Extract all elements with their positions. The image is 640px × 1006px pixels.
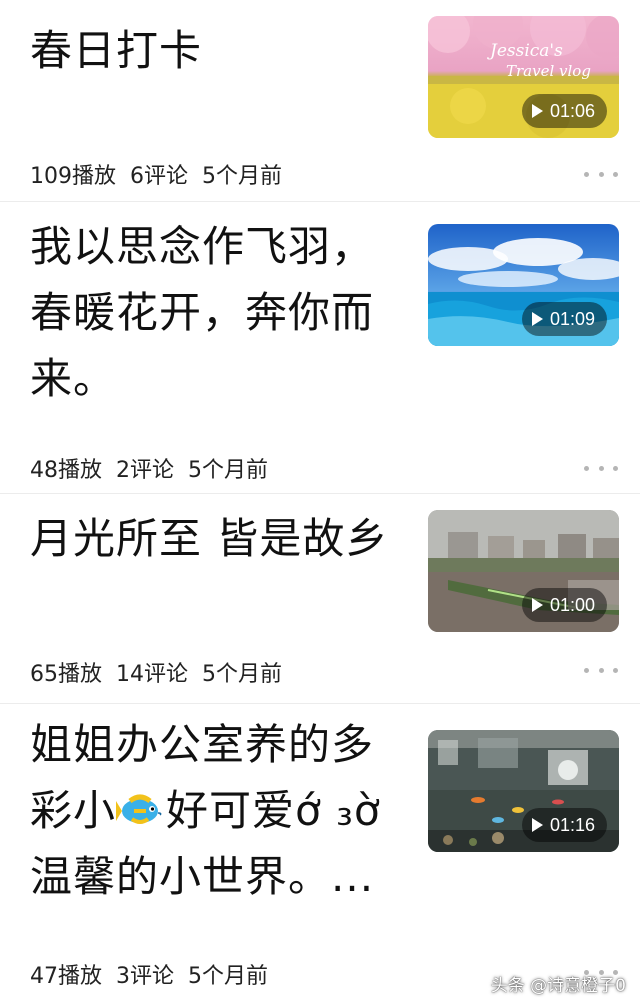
video-meta: 47播放 3评论 5个月前 <box>30 958 282 990</box>
video-thumbnail[interactable]: Jessica's Travel vlog 01:06 <box>428 16 619 138</box>
play-icon <box>531 818 543 832</box>
play-count: 47播放 <box>30 964 102 989</box>
video-feed: 春日打卡 Jessica's Travel vlog 01:06 109播放 6… <box>0 0 640 1000</box>
video-thumbnail[interactable]: 01:09 <box>428 224 619 346</box>
svg-text:Travel vlog: Travel vlog <box>506 62 591 80</box>
feed-item-3[interactable]: 月光所至 皆是故乡 01:00 65播放 14评论 5个月前 <box>0 494 640 704</box>
watermark: 头条 @诗意橙子0 <box>490 976 626 996</box>
feed-item-4[interactable]: 姐姐办公室养的多彩小 好可爱ớ ₃ờ温馨的小世界。... 01:16 47播放 … <box>0 704 640 1000</box>
tropical-fish-icon <box>116 794 162 824</box>
more-dots-icon[interactable] <box>584 660 618 680</box>
play-count: 109播放 <box>30 164 116 189</box>
more-dots-icon[interactable] <box>584 164 618 184</box>
duration-badge: 01:00 <box>521 588 607 622</box>
svg-text:Jessica's: Jessica's <box>487 41 563 61</box>
feed-item-1[interactable]: 春日打卡 Jessica's Travel vlog 01:06 109播放 6… <box>0 0 640 202</box>
video-title[interactable]: 春日打卡 <box>30 18 405 84</box>
feed-item-2[interactable]: 我以思念作飞羽，春暖花开，奔你而来。 01:09 48播放 2评论 5个月前 <box>0 202 640 494</box>
more-dots-icon[interactable] <box>584 458 618 478</box>
play-icon <box>531 104 543 118</box>
post-time: 5个月前 <box>188 964 268 989</box>
duration-badge: 01:16 <box>521 808 607 842</box>
duration-badge: 01:09 <box>521 302 607 336</box>
play-icon <box>531 312 543 326</box>
video-title[interactable]: 月光所至 皆是故乡 <box>30 506 415 572</box>
video-title[interactable]: 姐姐办公室养的多彩小 好可爱ớ ₃ờ温馨的小世界。... <box>30 712 405 910</box>
play-icon <box>531 598 543 612</box>
post-time: 5个月前 <box>202 662 282 687</box>
video-meta: 109播放 6评论 5个月前 <box>30 158 296 190</box>
post-time: 5个月前 <box>202 164 282 189</box>
comment-count: 2评论 <box>116 458 174 483</box>
comment-count: 3评论 <box>116 964 174 989</box>
play-count: 65播放 <box>30 662 102 687</box>
video-thumbnail[interactable]: 01:00 <box>428 510 619 632</box>
video-meta: 65播放 14评论 5个月前 <box>30 656 296 688</box>
video-title[interactable]: 我以思念作飞羽，春暖花开，奔你而来。 <box>30 214 400 412</box>
video-thumbnail[interactable]: 01:16 <box>428 730 619 852</box>
post-time: 5个月前 <box>188 458 268 483</box>
play-count: 48播放 <box>30 458 102 483</box>
video-meta: 48播放 2评论 5个月前 <box>30 452 282 484</box>
comment-count: 6评论 <box>130 164 188 189</box>
duration-badge: 01:06 <box>521 94 607 128</box>
comment-count: 14评论 <box>116 662 188 687</box>
